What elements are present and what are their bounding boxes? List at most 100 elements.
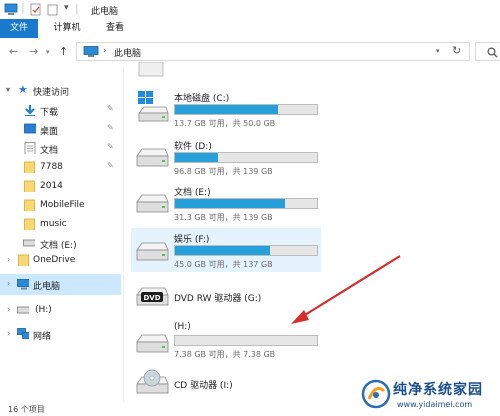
title-bar: | ▾ | 此电脑 xyxy=(0,0,500,20)
drive-usage-bar xyxy=(174,335,318,346)
removable-drive-icon xyxy=(136,334,169,353)
recent-locations-chevron-icon[interactable]: ▾ xyxy=(46,48,50,56)
partial-device-icon xyxy=(138,62,164,77)
breadcrumb-separator: › xyxy=(103,46,107,56)
sidebar-item-music[interactable]: music xyxy=(0,214,121,235)
sidebar-item-downloads[interactable]: 下载 ✎ xyxy=(0,100,121,121)
watermark-logo-icon xyxy=(361,379,391,409)
chevron-right-icon[interactable]: › xyxy=(7,329,10,338)
drive-item-c[interactable]: 本地磁盘 (C:) 13.7 GB 可用，共 50.0 GB xyxy=(131,88,321,128)
tab-view[interactable]: 查看 xyxy=(95,19,135,38)
folder-icon xyxy=(24,218,35,230)
properties-icon[interactable] xyxy=(30,3,42,16)
drive-item-h[interactable]: (H:) 7.38 GB 可用，共 7.38 GB xyxy=(131,318,321,360)
toolbar-divider: | xyxy=(21,1,25,14)
item-count: 16 个项目 xyxy=(8,405,45,414)
pin-icon[interactable]: ✎ xyxy=(107,142,114,151)
pin-icon[interactable]: ✎ xyxy=(107,161,114,170)
drive-item-i[interactable]: CD 驱动器 (I:) xyxy=(131,368,321,398)
refresh-icon[interactable]: ↻ xyxy=(452,44,461,57)
window-title: 此电脑 xyxy=(91,7,119,17)
folder-icon xyxy=(24,199,35,211)
drive-usage-fill xyxy=(175,246,271,255)
sidebar-item-label: (H:) xyxy=(35,305,52,315)
desktop-folder-icon xyxy=(24,123,36,134)
new-folder-icon[interactable] xyxy=(47,3,59,16)
tab-file[interactable]: 文件 xyxy=(0,19,38,38)
drive-item-d[interactable]: 软件 (D:) 96.8 GB 可用，共 139 GB xyxy=(131,136,321,176)
folder-icon xyxy=(24,161,35,173)
drive-item-e[interactable]: 文档 (E:) 31.3 GB 可用，共 139 GB xyxy=(131,182,321,222)
sidebar-item-label: OneDrive xyxy=(33,255,76,265)
sidebar-item-label: 快速访问 xyxy=(33,88,70,98)
sidebar-item-onedrive[interactable]: › OneDrive xyxy=(0,250,121,271)
chevron-right-icon[interactable]: › xyxy=(7,279,10,288)
chevron-right-icon[interactable]: › xyxy=(7,255,10,264)
navigation-pane: ▾ ★ 快速访问 下载 ✎ 桌面 ✎ 文档 ✎ 7788 ✎ 2014 Mobi… xyxy=(0,72,122,402)
dvd-drive-icon: DVD xyxy=(136,287,169,306)
search-input[interactable] xyxy=(475,42,500,61)
sidebar-item-7788[interactable]: 7788 ✎ xyxy=(0,157,121,178)
drive-free-space: 7.38 GB 可用，共 7.38 GB xyxy=(174,350,276,359)
drive-free-space: 31.3 GB 可用，共 139 GB xyxy=(174,213,273,222)
this-pc-icon xyxy=(17,279,29,290)
sidebar-item-2014[interactable]: 2014 xyxy=(0,176,121,197)
sidebar-item-drive-h[interactable]: › (H:) xyxy=(0,300,121,321)
drive-usage-bar xyxy=(174,245,318,256)
up-arrow-icon[interactable]: ↑ xyxy=(59,45,68,58)
sidebar-item-label: 2014 xyxy=(40,181,63,191)
drive-label: 娱乐 (F:) xyxy=(174,235,210,245)
watermark-url: www.yidaimei.com xyxy=(397,400,473,409)
sidebar-item-this-pc[interactable]: › 此电脑 xyxy=(0,274,121,295)
address-bar[interactable]: › 此电脑 ▾ ↻ xyxy=(76,42,470,61)
chevron-right-icon[interactable]: › xyxy=(7,305,10,314)
svg-text:DVD: DVD xyxy=(143,294,160,302)
ribbon-tabs: 文件 计算机 查看 xyxy=(0,19,500,39)
drive-free-space: 13.7 GB 可用，共 50.0 GB xyxy=(174,119,276,128)
drive-label: CD 驱动器 (I:) xyxy=(174,381,233,391)
drive-icon xyxy=(17,306,29,314)
cd-drive-icon xyxy=(136,369,169,394)
drive-usage-bar xyxy=(174,198,318,209)
sidebar-item-label: MobileFile xyxy=(40,200,85,210)
sidebar-item-label: 网络 xyxy=(33,332,52,342)
sidebar-item-quick-access[interactable]: ▾ ★ 快速访问 xyxy=(0,80,121,101)
drive-item-f[interactable]: 娱乐 (F:) 45.0 GB 可用，共 137 GB xyxy=(131,228,321,272)
windows-drive-icon xyxy=(138,91,169,122)
drive-usage-fill xyxy=(175,153,219,162)
navigation-bar: ← → ▾ ↑ › 此电脑 ▾ ↻ xyxy=(0,38,500,65)
chevron-down-icon[interactable]: ▾ xyxy=(6,85,10,94)
sidebar-item-label: 桌面 xyxy=(40,127,59,137)
drive-usage-bar xyxy=(174,152,318,163)
address-dropdown-icon[interactable]: ▾ xyxy=(436,47,440,55)
tab-computer[interactable]: 计算机 xyxy=(41,19,93,38)
quick-access-toolbar-dropdown-icon[interactable]: ▾ xyxy=(64,3,69,13)
sidebar-item-label: 下载 xyxy=(40,108,59,118)
drive-label: (H:) xyxy=(174,322,191,332)
sidebar-item-network[interactable]: › 网络 xyxy=(0,324,121,345)
back-arrow-icon[interactable]: ← xyxy=(9,45,18,58)
drive-usage-fill xyxy=(175,105,279,114)
pin-icon[interactable]: ✎ xyxy=(107,123,114,132)
folder-icon xyxy=(24,180,35,192)
sidebar-item-label: 此电脑 xyxy=(33,282,61,292)
hard-drive-icon xyxy=(136,194,169,213)
pane-divider[interactable] xyxy=(123,66,124,402)
onedrive-folder-icon xyxy=(18,254,29,266)
sidebar-item-label: music xyxy=(40,219,67,229)
sidebar-item-documents[interactable]: 文档 ✎ xyxy=(0,138,121,159)
sidebar-item-label: 7788 xyxy=(40,162,63,172)
sidebar-item-mobilefile[interactable]: MobileFile xyxy=(0,195,121,216)
pin-icon[interactable]: ✎ xyxy=(107,104,114,113)
breadcrumb-this-pc[interactable]: 此电脑 xyxy=(114,46,141,59)
drive-free-space: 45.0 GB 可用，共 137 GB xyxy=(174,260,273,269)
toolbar-divider: | xyxy=(75,2,79,15)
sidebar-item-desktop[interactable]: 桌面 ✎ xyxy=(0,119,121,140)
hard-drive-icon xyxy=(136,148,169,167)
search-icon xyxy=(487,47,498,58)
drive-item-g[interactable]: DVD DVD RW 驱动器 (G:) xyxy=(131,282,321,308)
hard-drive-icon xyxy=(136,242,169,261)
document-icon xyxy=(24,142,36,154)
this-pc-icon xyxy=(4,3,18,15)
forward-arrow-icon[interactable]: → xyxy=(29,45,38,58)
